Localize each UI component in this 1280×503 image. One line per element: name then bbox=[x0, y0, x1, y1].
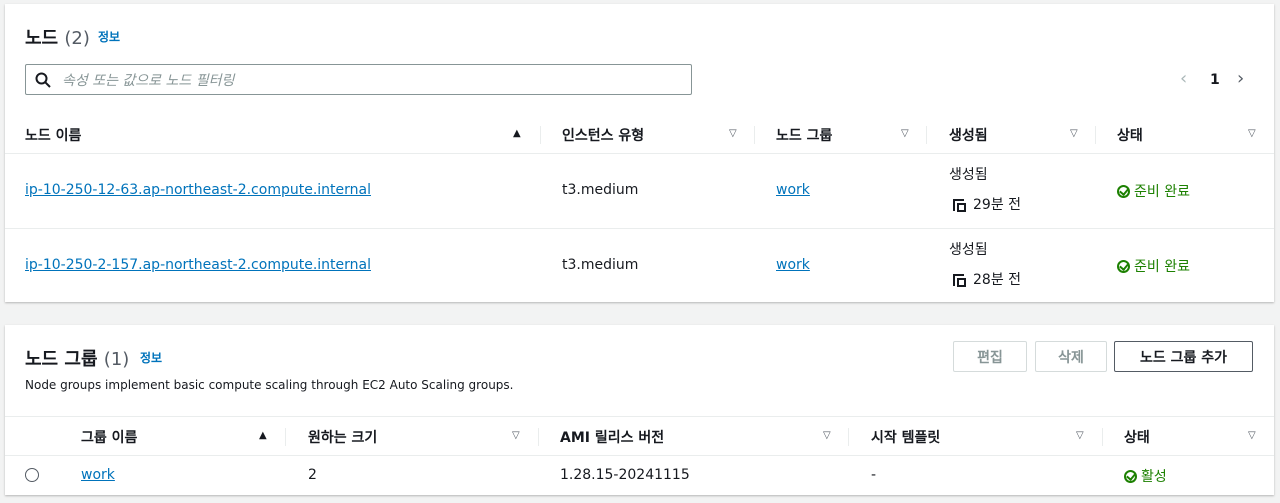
sort-asc-icon[interactable]: ▲ bbox=[513, 128, 521, 139]
column-divider[interactable] bbox=[285, 428, 286, 446]
row-select-radio[interactable] bbox=[25, 468, 39, 482]
col-group-name[interactable]: 그룹 이름 bbox=[81, 427, 137, 447]
column-divider[interactable] bbox=[1095, 126, 1096, 144]
sort-asc-icon[interactable]: ▲ bbox=[259, 430, 267, 441]
nodes-info-link[interactable]: 정보 bbox=[98, 28, 120, 45]
col-created[interactable]: 생성됨 bbox=[949, 125, 988, 145]
status-text: 활성 bbox=[1141, 469, 1167, 485]
column-divider[interactable] bbox=[1102, 428, 1103, 446]
sort-desc-icon[interactable]: ▽ bbox=[1070, 128, 1078, 139]
node-group-link[interactable]: work bbox=[776, 182, 810, 198]
nodes-table-header: 노드 이름 ▲ 인스턴스 유형 ▽ 노드 그룹 ▽ 생성됨 ▽ 상태 ▽ bbox=[5, 116, 1274, 154]
column-divider[interactable] bbox=[538, 428, 539, 446]
col-node-name[interactable]: 노드 이름 bbox=[25, 125, 81, 145]
created-ago-text: 28분 전 bbox=[973, 272, 1022, 288]
edit-button[interactable]: 편집 bbox=[953, 341, 1027, 372]
col-status[interactable]: 상태 bbox=[1124, 427, 1150, 447]
check-circle-icon bbox=[1117, 260, 1130, 273]
check-circle-icon bbox=[1117, 185, 1130, 198]
created-time: 28분 전 bbox=[953, 269, 1021, 289]
node-groups-title-text: 노드 그룹 bbox=[25, 349, 98, 370]
col-ami-version[interactable]: AMI 릴리스 버전 bbox=[560, 427, 664, 447]
search-icon bbox=[35, 72, 51, 88]
col-desired-size[interactable]: 원하는 크기 bbox=[308, 427, 377, 447]
copy-icon[interactable] bbox=[953, 271, 969, 287]
chevron-left-icon[interactable]: ‹ bbox=[1180, 68, 1187, 89]
status-badge: 활성 bbox=[1124, 466, 1167, 486]
created-ago-text: 29분 전 bbox=[973, 197, 1022, 213]
node-groups-count: (1) bbox=[103, 349, 130, 370]
sort-desc-icon[interactable]: ▽ bbox=[512, 430, 520, 441]
sort-desc-icon[interactable]: ▽ bbox=[729, 128, 737, 139]
launch-template: - bbox=[871, 467, 877, 483]
desired-size: 2 bbox=[308, 467, 317, 483]
node-group-link[interactable]: work bbox=[81, 467, 115, 483]
node-group-link[interactable]: work bbox=[776, 257, 810, 273]
sort-desc-icon[interactable]: ▽ bbox=[1076, 430, 1084, 441]
instance-type: t3.medium bbox=[562, 257, 639, 273]
column-divider[interactable] bbox=[754, 126, 755, 144]
table-row: ip-10-250-2-157.ap-northeast-2.compute.i… bbox=[5, 229, 1274, 302]
copy-icon[interactable] bbox=[953, 196, 969, 212]
col-launch-template[interactable]: 시작 템플릿 bbox=[871, 427, 940, 447]
col-instance-type[interactable]: 인스턴스 유형 bbox=[562, 125, 644, 145]
delete-button[interactable]: 삭제 bbox=[1035, 341, 1107, 372]
node-groups-title: 노드 그룹 (1) bbox=[25, 345, 129, 371]
column-divider[interactable] bbox=[848, 428, 849, 446]
created-label: 생성됨 bbox=[949, 167, 988, 183]
status-text: 준비 완료 bbox=[1134, 259, 1190, 275]
node-groups-table-header: 그룹 이름 ▲ 원하는 크기 ▽ AMI 릴리스 버전 ▽ 시작 템플릿 ▽ 상… bbox=[5, 416, 1274, 456]
ami-version: 1.28.15-20241115 bbox=[560, 467, 690, 483]
col-node-group[interactable]: 노드 그룹 bbox=[776, 125, 832, 145]
node-filter-search[interactable] bbox=[25, 64, 692, 96]
chevron-right-icon[interactable]: › bbox=[1237, 68, 1244, 89]
check-circle-icon bbox=[1124, 470, 1137, 483]
table-row: ip-10-250-12-63.ap-northeast-2.compute.i… bbox=[5, 154, 1274, 229]
status-badge: 준비 완료 bbox=[1117, 256, 1190, 276]
created-time: 29분 전 bbox=[953, 194, 1021, 214]
nodes-count: (2) bbox=[64, 28, 90, 49]
column-divider[interactable] bbox=[926, 126, 927, 144]
node-groups-description: Node groups implement basic compute scal… bbox=[25, 378, 514, 392]
status-badge: 준비 완료 bbox=[1117, 181, 1190, 201]
node-name-link[interactable]: ip-10-250-2-157.ap-northeast-2.compute.i… bbox=[25, 257, 371, 273]
sort-desc-icon[interactable]: ▽ bbox=[1248, 128, 1256, 139]
sort-desc-icon[interactable]: ▽ bbox=[823, 430, 831, 441]
node-groups-panel: 노드 그룹 (1) 정보 Node groups implement basic… bbox=[5, 325, 1274, 495]
instance-type: t3.medium bbox=[562, 182, 639, 198]
status-text: 준비 완료 bbox=[1134, 184, 1190, 200]
sort-desc-icon[interactable]: ▽ bbox=[1248, 430, 1256, 441]
add-node-group-button[interactable]: 노드 그룹 추가 bbox=[1114, 341, 1253, 372]
sort-desc-icon[interactable]: ▽ bbox=[901, 128, 909, 139]
node-groups-info-link[interactable]: 정보 bbox=[140, 349, 162, 366]
nodes-title-text: 노드 bbox=[25, 28, 59, 49]
page-number[interactable]: 1 bbox=[1210, 72, 1220, 88]
nodes-panel: 노드 (2) 정보 ‹ 1 › 노드 이름 ▲ 인스턴스 유형 ▽ 노드 그룹 … bbox=[5, 4, 1274, 302]
created-label: 생성됨 bbox=[949, 242, 988, 258]
col-status[interactable]: 상태 bbox=[1117, 125, 1143, 145]
search-input[interactable] bbox=[60, 65, 684, 96]
nodes-title: 노드 (2) bbox=[25, 24, 90, 50]
table-row: work 2 1.28.15-20241115 - 활성 bbox=[5, 455, 1274, 495]
column-divider[interactable] bbox=[540, 126, 541, 144]
node-name-link[interactable]: ip-10-250-12-63.ap-northeast-2.compute.i… bbox=[25, 182, 371, 198]
